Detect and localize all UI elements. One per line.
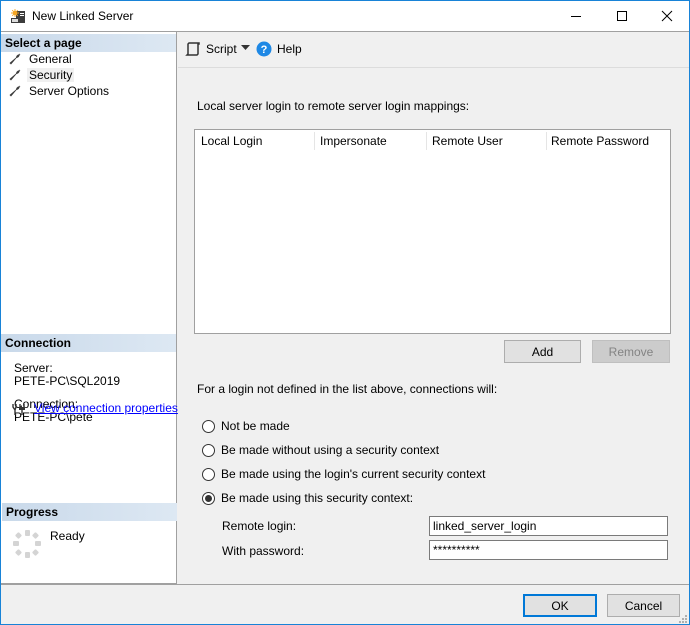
script-icon bbox=[185, 42, 200, 56]
script-button[interactable]: Script bbox=[185, 41, 237, 57]
page-general[interactable]: General bbox=[8, 51, 74, 67]
view-connection-properties-link[interactable]: View connection properties bbox=[34, 401, 178, 415]
option-this-security-context[interactable]: Be made using this security context: bbox=[202, 491, 413, 505]
column-divider[interactable] bbox=[426, 132, 427, 150]
column-remote-password[interactable]: Remote Password bbox=[551, 134, 649, 148]
option-label: Not be made bbox=[221, 419, 290, 433]
page-security[interactable]: Security bbox=[8, 67, 75, 83]
minimize-icon bbox=[571, 16, 581, 17]
help-button[interactable]: ? Help bbox=[256, 41, 302, 57]
page-general-label: General bbox=[29, 52, 72, 66]
title-bar: New Linked Server bbox=[1, 1, 689, 32]
login-behavior-label: For a login not defined in the list abov… bbox=[197, 382, 498, 396]
column-impersonate[interactable]: Impersonate bbox=[320, 134, 387, 148]
page-server-options[interactable]: Server Options bbox=[8, 83, 111, 99]
wrench-icon bbox=[9, 85, 21, 97]
column-divider[interactable] bbox=[314, 132, 315, 150]
maximize-button[interactable] bbox=[599, 1, 645, 31]
password-input[interactable] bbox=[429, 540, 668, 560]
server-value: PETE-PC\SQL2019 bbox=[14, 374, 121, 388]
select-page-header: Select a page bbox=[1, 34, 176, 52]
dropdown-arrow-icon[interactable] bbox=[241, 45, 250, 51]
ok-button[interactable]: OK bbox=[523, 594, 597, 617]
login-mappings-grid[interactable]: Local Login Impersonate Remote User Remo… bbox=[194, 129, 671, 334]
left-pane: Select a page General Security Server Op… bbox=[1, 32, 177, 584]
column-remote-user[interactable]: Remote User bbox=[432, 134, 503, 148]
radio-button[interactable] bbox=[202, 419, 215, 433]
cancel-button[interactable]: Cancel bbox=[607, 594, 680, 617]
wrench-icon bbox=[9, 53, 21, 65]
connection-header: Connection bbox=[1, 334, 176, 352]
option-label: Be made using the login's current securi… bbox=[221, 467, 486, 481]
mapping-label: Local server login to remote server logi… bbox=[197, 99, 470, 113]
help-label: Help bbox=[277, 42, 302, 56]
password-label: With password: bbox=[222, 544, 305, 558]
page-security-label: Security bbox=[27, 68, 75, 82]
script-label: Script bbox=[206, 42, 237, 56]
server-label: Server: bbox=[14, 361, 53, 375]
option-without-security-context[interactable]: Be made without using a security context bbox=[202, 443, 439, 457]
window-title: New Linked Server bbox=[32, 9, 134, 23]
progress-spinner-icon bbox=[13, 530, 41, 558]
column-divider[interactable] bbox=[546, 132, 547, 150]
plug-icon bbox=[12, 404, 25, 415]
option-label: Be made without using a security context bbox=[221, 443, 440, 457]
wrench-icon bbox=[9, 69, 21, 81]
column-local-login[interactable]: Local Login bbox=[201, 134, 262, 148]
toolbar: Script ? Help bbox=[178, 32, 689, 68]
remove-button[interactable]: Remove bbox=[592, 340, 670, 363]
add-button[interactable]: Add bbox=[504, 340, 581, 363]
progress-status: Ready bbox=[50, 529, 85, 543]
remote-login-label: Remote login: bbox=[222, 519, 297, 533]
radio-button[interactable] bbox=[202, 467, 215, 481]
new-linked-server-dialog: New Linked Server Select a page General … bbox=[0, 0, 690, 625]
page-server-options-label: Server Options bbox=[29, 84, 110, 98]
radio-button-selected[interactable] bbox=[202, 491, 215, 505]
resize-grip-icon[interactable] bbox=[678, 614, 688, 624]
close-button[interactable] bbox=[644, 1, 690, 31]
radio-button[interactable] bbox=[202, 443, 215, 457]
svg-text:?: ? bbox=[261, 44, 268, 56]
progress-header: Progress bbox=[2, 503, 177, 521]
footer-divider bbox=[1, 584, 689, 585]
option-current-security-context[interactable]: Be made using the login's current securi… bbox=[202, 467, 485, 481]
option-label: Be made using this security context: bbox=[221, 491, 414, 505]
grid-header: Local Login Impersonate Remote User Remo… bbox=[195, 130, 670, 152]
maximize-icon bbox=[617, 11, 627, 21]
option-not-be-made[interactable]: Not be made bbox=[202, 419, 290, 433]
minimize-button[interactable] bbox=[553, 1, 599, 31]
close-icon bbox=[661, 10, 673, 22]
remote-login-input[interactable] bbox=[429, 516, 668, 536]
linked-server-app-icon bbox=[11, 9, 25, 23]
help-icon: ? bbox=[256, 41, 272, 57]
